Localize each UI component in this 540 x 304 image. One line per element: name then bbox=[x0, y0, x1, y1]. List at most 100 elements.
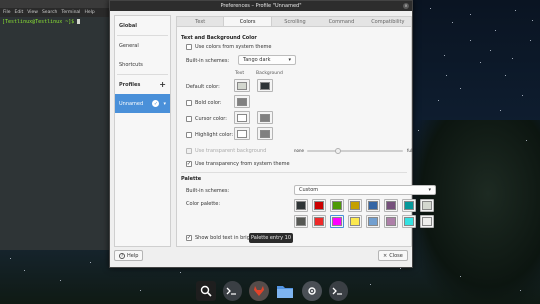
cursor-color-row[interactable]: Cursor color: bbox=[186, 116, 227, 122]
palette-swatch-button[interactable] bbox=[402, 199, 416, 212]
terminal-cursor bbox=[77, 19, 81, 24]
terminal-prompt-line[interactable]: [Testlinux@Testlinux ~]$ bbox=[0, 17, 111, 27]
star bbox=[444, 55, 445, 56]
transparent-bg-checkbox[interactable] bbox=[186, 148, 192, 154]
sidebar-item-global[interactable]: Global bbox=[115, 16, 170, 35]
highlight-text-color-button[interactable] bbox=[234, 127, 250, 140]
palette-swatch-button[interactable] bbox=[312, 215, 326, 228]
sidebar-item-profiles[interactable]: Profiles + bbox=[115, 75, 170, 94]
highlight-color-row[interactable]: Highlight color: bbox=[186, 132, 233, 138]
menu-help[interactable]: Help bbox=[84, 10, 94, 15]
star bbox=[60, 280, 61, 281]
palette-swatch-button[interactable] bbox=[294, 199, 308, 212]
star bbox=[90, 262, 91, 263]
menu-edit[interactable]: Edit bbox=[15, 10, 24, 15]
terminal-window[interactable]: File Edit View Search Terminal Help [Tes… bbox=[0, 0, 112, 250]
bold-color-button[interactable] bbox=[234, 95, 250, 108]
builtin-schemes-select[interactable]: Tango dark ▾ bbox=[238, 55, 296, 65]
palette-swatch-button[interactable] bbox=[312, 199, 326, 212]
add-profile-icon[interactable]: + bbox=[159, 80, 166, 89]
cursor-color-checkbox[interactable] bbox=[186, 116, 192, 122]
preferences-dialog: Preferences – Profile "Unnamed" × Global… bbox=[109, 0, 436, 268]
palette-swatch-button[interactable] bbox=[384, 215, 398, 228]
star bbox=[430, 8, 431, 9]
transparency-system-label: Use transparency from system theme bbox=[195, 161, 290, 167]
transparency-system-row[interactable]: ✓ Use transparency from system theme bbox=[186, 161, 290, 167]
default-text-color-button[interactable] bbox=[234, 79, 250, 92]
use-system-colors-row[interactable]: Use colors from system theme bbox=[186, 44, 271, 50]
default-bg-color-button[interactable] bbox=[257, 79, 273, 92]
star bbox=[520, 290, 521, 291]
profile-menu-icon[interactable]: ▾ bbox=[163, 101, 166, 107]
sidebar-item-general[interactable]: General bbox=[115, 36, 170, 55]
slider-min-label: none bbox=[294, 148, 304, 153]
tab-colors[interactable]: Colors bbox=[223, 17, 272, 26]
tab-text[interactable]: Text bbox=[177, 17, 223, 26]
bold-color-checkbox[interactable] bbox=[186, 100, 192, 106]
palette-swatch-button[interactable] bbox=[348, 215, 362, 228]
sidebar-item-shortcuts[interactable]: Shortcuts bbox=[115, 55, 170, 74]
close-button[interactable]: × Close bbox=[378, 250, 408, 261]
star bbox=[530, 40, 531, 41]
chevron-down-icon: ▾ bbox=[288, 57, 291, 63]
palette-swatch-button[interactable] bbox=[366, 199, 380, 212]
palette-swatch-button[interactable] bbox=[330, 215, 344, 228]
palette-swatch-button[interactable] bbox=[402, 215, 416, 228]
terminal-icon[interactable] bbox=[328, 281, 348, 301]
color-swatch bbox=[350, 201, 360, 210]
star bbox=[400, 268, 401, 269]
star bbox=[470, 14, 471, 15]
palette-swatch-button[interactable] bbox=[294, 215, 308, 228]
highlight-color-checkbox[interactable] bbox=[186, 132, 192, 138]
transparency-slider-handle[interactable] bbox=[335, 148, 341, 154]
folder-icon[interactable] bbox=[276, 281, 296, 301]
close-window-icon[interactable]: × bbox=[403, 3, 409, 9]
tab-command[interactable]: Command bbox=[318, 17, 364, 26]
color-swatch bbox=[237, 97, 247, 106]
bright-bold-checkbox[interactable]: ✓ bbox=[186, 235, 192, 241]
star bbox=[490, 50, 491, 51]
palette-swatch-button[interactable] bbox=[348, 199, 362, 212]
star bbox=[446, 75, 447, 76]
palette-swatch-button[interactable] bbox=[330, 199, 344, 212]
menu-search[interactable]: Search bbox=[42, 10, 57, 15]
tab-bar: Text Colors Scrolling Command Compatibil… bbox=[176, 16, 412, 27]
close-icon: × bbox=[383, 252, 388, 259]
tab-scrolling[interactable]: Scrolling bbox=[272, 17, 318, 26]
bold-color-row[interactable]: Bold color: bbox=[186, 100, 222, 106]
palette-swatch-button[interactable] bbox=[420, 199, 434, 212]
highlight-bg-color-button[interactable] bbox=[257, 127, 273, 140]
sidebar-item-unnamed[interactable]: Unnamed ✓ ▾ bbox=[115, 94, 170, 113]
palette-builtin-label: Built-in schemes: bbox=[186, 188, 230, 194]
color-swatch bbox=[368, 217, 378, 226]
tab-compatibility[interactable]: Compatibility bbox=[365, 17, 411, 26]
cursor-bg-color-button[interactable] bbox=[257, 111, 273, 124]
menu-file[interactable]: File bbox=[3, 10, 11, 15]
gitlab-icon[interactable] bbox=[249, 281, 269, 301]
menu-view[interactable]: View bbox=[27, 10, 38, 15]
star bbox=[495, 30, 496, 31]
builtin-schemes-label: Built-in schemes: bbox=[186, 58, 230, 64]
palette-builtin-select[interactable]: Custom ▾ bbox=[294, 185, 436, 195]
menu-terminal[interactable]: Terminal bbox=[61, 10, 80, 15]
color-swatch bbox=[422, 201, 432, 210]
bold-color-label: Bold color: bbox=[195, 100, 222, 106]
search-icon[interactable] bbox=[196, 281, 216, 301]
use-system-colors-checkbox[interactable] bbox=[186, 44, 192, 50]
color-swatch bbox=[260, 113, 270, 122]
column-header-background: Background bbox=[256, 71, 283, 76]
transparency-slider[interactable] bbox=[307, 150, 403, 152]
dialog-title: Preferences – Profile "Unnamed" bbox=[220, 3, 302, 9]
terminal-icon[interactable] bbox=[222, 281, 242, 301]
transparency-system-checkbox[interactable]: ✓ bbox=[186, 161, 192, 167]
help-button[interactable]: ? Help bbox=[114, 250, 144, 261]
default-color-label: Default color: bbox=[186, 84, 220, 90]
star bbox=[460, 88, 461, 89]
settings-icon[interactable] bbox=[302, 281, 322, 301]
palette-swatch-button[interactable] bbox=[366, 215, 380, 228]
cursor-text-color-button[interactable] bbox=[234, 111, 250, 124]
color-swatch bbox=[422, 217, 432, 226]
palette-swatch-button[interactable] bbox=[384, 199, 398, 212]
palette-swatch-button[interactable] bbox=[420, 215, 434, 228]
color-swatch bbox=[404, 201, 414, 210]
